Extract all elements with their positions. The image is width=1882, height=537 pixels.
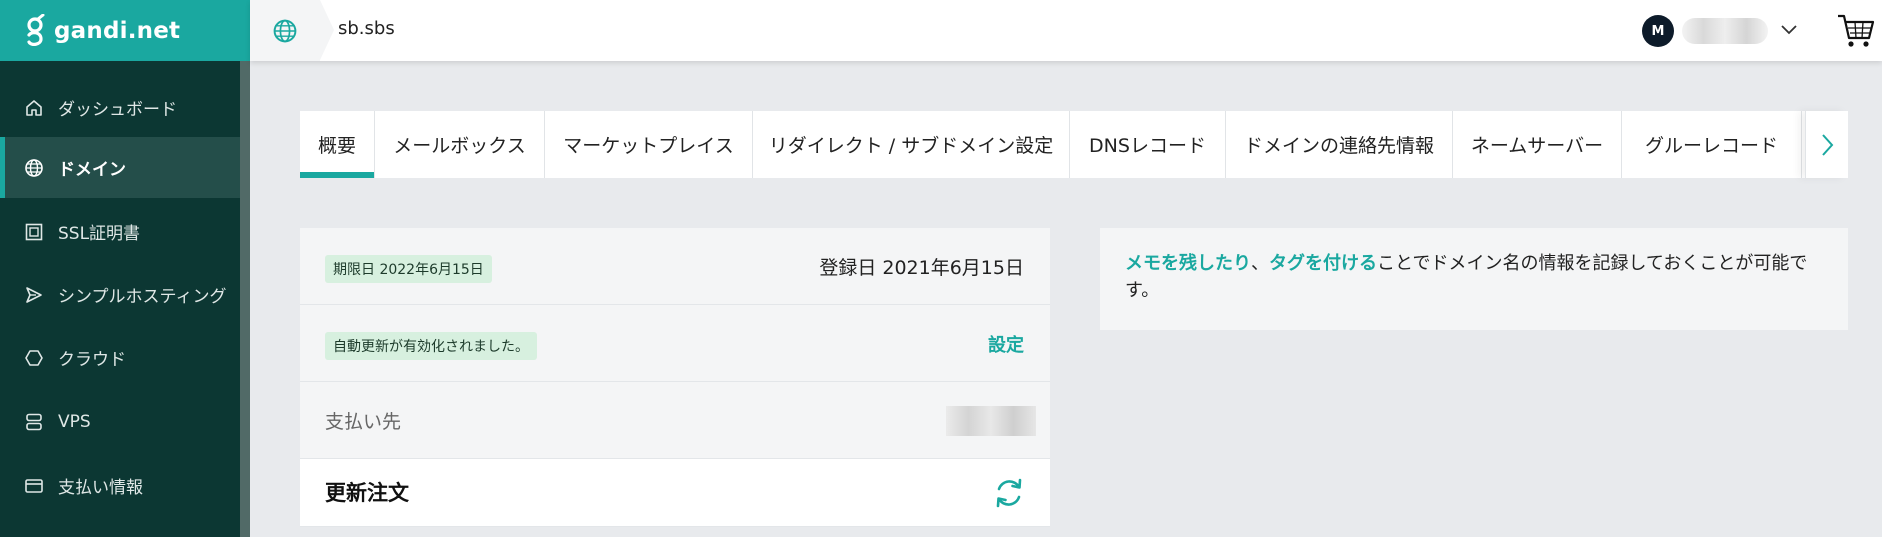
send-icon: [26, 286, 42, 303]
gandi-g-icon: [27, 13, 45, 46]
sidebar-item-cloud[interactable]: クラウド: [0, 327, 240, 388]
add-memo-link[interactable]: メモを残したり: [1125, 253, 1251, 274]
payment-label: 支払い先: [325, 411, 402, 433]
domain-summary-card: 期限日 2022年6月15日 登録日 2021年6月15日 自動更新が有効化され…: [300, 228, 1050, 527]
breadcrumb-domain: sb.sbs: [338, 18, 395, 39]
sidebar-item-dashboard[interactable]: ダッシュボード: [0, 77, 240, 138]
certificate-icon: [25, 223, 43, 240]
tab-redirects-subdomains[interactable]: リダイレクト / サブドメイン設定: [753, 111, 1070, 178]
chevron-down-icon[interactable]: [1778, 18, 1800, 40]
globe-icon: [273, 19, 297, 42]
tab-nameservers[interactable]: ネームサーバー: [1453, 111, 1622, 178]
tabs-scroll-right-button[interactable]: [1805, 111, 1848, 178]
sidebar-item-label: ダッシュボード: [58, 100, 177, 120]
payment-row: 支払い先: [300, 382, 1050, 459]
avatar[interactable]: M: [1642, 15, 1674, 47]
tab-glue-records[interactable]: グルーレコード: [1622, 111, 1802, 178]
domain-tabs: 概要 メールボックス マーケットプレイス リダイレクト / サブドメイン設定 D…: [300, 111, 1848, 178]
expiry-badge: 期限日 2022年6月15日: [325, 255, 492, 283]
autorenew-settings-link[interactable]: 設定: [988, 331, 1024, 357]
credit-card-icon: [25, 478, 43, 493]
add-tag-link[interactable]: タグを付ける: [1269, 253, 1377, 274]
sidebar-item-label: クラウド: [58, 350, 126, 370]
gandi-logo[interactable]: gandi.net: [0, 0, 250, 61]
chevron-right-icon: [1822, 133, 1834, 156]
tab-mailboxes[interactable]: メールボックス: [375, 111, 545, 178]
home-icon: [26, 99, 42, 116]
sidebar: gandi.net ダッシュボード ドメイン SSL証明書 シンプルホスティング…: [0, 0, 250, 537]
renew-title: 更新注文: [325, 481, 409, 505]
tab-marketplace[interactable]: マーケットプレイス: [545, 111, 753, 178]
sidebar-item-label: SSL証明書: [58, 224, 141, 244]
globe-icon: [25, 158, 43, 177]
user-name-redacted[interactable]: [1682, 18, 1768, 44]
brand-name: gandi.net: [54, 17, 181, 44]
sidebar-item-label: VPS: [58, 411, 91, 432]
sidebar-item-label: 支払い情報: [58, 478, 143, 498]
cart-icon[interactable]: [1836, 10, 1876, 50]
notes-tags-panel: メモを残したり、タグを付けることでドメイン名の情報を記録しておくことが可能です。: [1100, 228, 1848, 330]
sidebar-item-ssl[interactable]: SSL証明書: [0, 201, 240, 262]
payment-value-redacted: [946, 406, 1036, 436]
autorenew-row: 自動更新が有効化されました。 設定: [300, 305, 1050, 382]
renew-refresh-icon[interactable]: [992, 476, 1026, 510]
cloud-hexagon-icon: [25, 349, 43, 366]
tab-dns-records[interactable]: DNSレコード: [1070, 111, 1226, 178]
sidebar-item-domains[interactable]: ドメイン: [0, 137, 240, 198]
domain-breadcrumb-home[interactable]: [250, 0, 334, 61]
sidebar-item-simple-hosting[interactable]: シンプルホスティング: [0, 264, 240, 325]
sidebar-item-vps[interactable]: VPS: [0, 391, 240, 452]
note-separator: 、: [1251, 253, 1269, 274]
top-bar: sb.sbs M: [250, 0, 1882, 61]
sidebar-item-billing[interactable]: 支払い情報: [0, 455, 240, 516]
dates-row: 期限日 2022年6月15日 登録日 2021年6月15日: [300, 228, 1050, 305]
tab-overview[interactable]: 概要: [300, 111, 375, 178]
breadcrumb-chevron: [320, 0, 334, 60]
sidebar-item-label: シンプルホスティング: [58, 287, 227, 307]
tab-contacts[interactable]: ドメインの連絡先情報: [1226, 111, 1453, 178]
registration-date: 登録日 2021年6月15日: [819, 257, 1024, 279]
server-icon: [26, 413, 42, 430]
sidebar-scrollbar[interactable]: [240, 61, 250, 537]
autorenew-badge: 自動更新が有効化されました。: [325, 332, 537, 360]
renew-row[interactable]: 更新注文: [300, 459, 1050, 527]
sidebar-item-label: ドメイン: [58, 160, 126, 180]
